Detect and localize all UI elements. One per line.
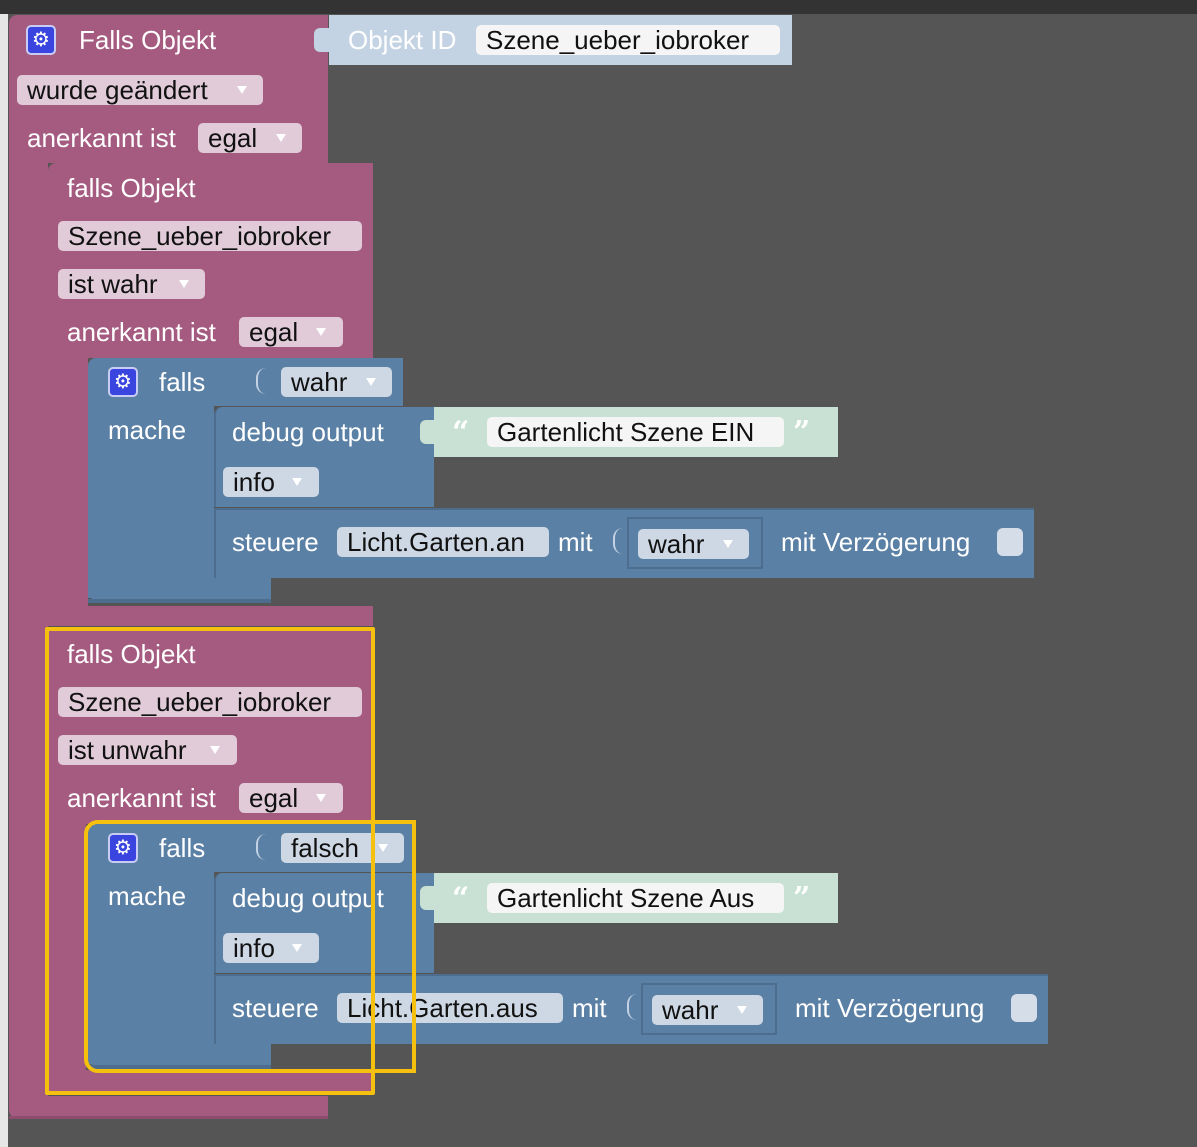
object-id-label: Objekt ID — [348, 25, 457, 55]
if-true-spine — [48, 358, 88, 608]
top-bar — [0, 0, 1197, 14]
text-connector — [420, 420, 436, 444]
if-true-delay-checkbox[interactable] — [997, 528, 1023, 556]
workspace-left-edge — [0, 14, 8, 1147]
if-true-ack-dropdown[interactable]: egal — [239, 317, 343, 347]
if-true-condition-value: ist wahr — [68, 269, 158, 299]
if-true-footer — [48, 606, 373, 626]
ack-value: egal — [208, 123, 258, 153]
if-true-ack-value: egal — [249, 317, 299, 347]
event-block-footer — [9, 1096, 328, 1118]
object-id-field[interactable]: Szene_ueber_iobroker — [476, 25, 780, 55]
if-true-delay-label: mit Verzögerung — [781, 527, 971, 557]
if-true-ack-label: anerkannt ist — [67, 317, 216, 347]
quote-close-icon: ” — [793, 415, 811, 450]
dropdown-arrow-icon — [723, 540, 733, 548]
event-title: Falls Objekt — [79, 25, 217, 55]
if-false-debug-text[interactable]: Gartenlicht Szene Aus — [487, 883, 784, 913]
dropdown-arrow-icon — [737, 1006, 747, 1014]
if-true-level-value: info — [233, 467, 275, 497]
object-id-connector — [314, 28, 332, 52]
if-true-falls-value: wahr — [291, 367, 348, 397]
if-true-debug-label: debug output — [232, 417, 384, 447]
if-true-logic-shadow — [88, 599, 271, 603]
quote-open-icon: “ — [452, 881, 470, 916]
if-true-object-field[interactable]: Szene_ueber_iobroker — [58, 221, 362, 251]
input-connector — [256, 368, 270, 394]
gear-icon[interactable]: ⚙ — [26, 25, 56, 55]
if-true-title: falls Objekt — [67, 173, 196, 203]
dropdown-arrow-icon — [237, 86, 247, 94]
event-block-shadow — [9, 1116, 328, 1119]
dropdown-arrow-icon — [292, 478, 302, 486]
if-true-falls-label: falls — [159, 367, 206, 397]
gear-icon[interactable]: ⚙ — [108, 367, 138, 397]
if-true-mache-label: mache — [108, 415, 187, 445]
input-connector — [613, 528, 627, 554]
dropdown-arrow-icon — [316, 328, 326, 336]
if-true-level-dropdown[interactable]: info — [223, 467, 319, 497]
quote-close-icon: ” — [793, 881, 811, 916]
if-false-delay-label: mit Verzögerung — [795, 993, 985, 1023]
if-true-control-value: wahr — [648, 529, 705, 559]
if-false-control-value: wahr — [662, 995, 719, 1025]
if-true-with-label: mit — [558, 527, 593, 557]
quote-open-icon: “ — [452, 415, 470, 450]
ack-label: anerkannt ist — [27, 123, 176, 153]
ack-dropdown[interactable]: egal — [198, 123, 302, 153]
if-true-debug-text[interactable]: Gartenlicht Szene EIN — [487, 417, 784, 447]
dropdown-arrow-icon — [366, 378, 376, 386]
dropdown-arrow-icon — [276, 134, 286, 142]
trigger-dropdown[interactable]: wurde geändert — [17, 75, 263, 105]
if-false-delay-checkbox[interactable] — [1011, 994, 1037, 1022]
if-true-control-label: steuere — [232, 527, 319, 557]
selection-outline-inner — [84, 820, 416, 1073]
if-false-with-label: mit — [572, 993, 607, 1023]
text-connector — [420, 886, 436, 910]
event-block-spine — [9, 163, 48, 1098]
trigger-value: wurde geändert — [27, 75, 208, 105]
if-true-logic-footer — [88, 576, 271, 600]
dropdown-arrow-icon — [179, 280, 189, 288]
input-connector — [627, 994, 641, 1020]
if-true-control-object[interactable]: Licht.Garten.an — [337, 527, 549, 557]
